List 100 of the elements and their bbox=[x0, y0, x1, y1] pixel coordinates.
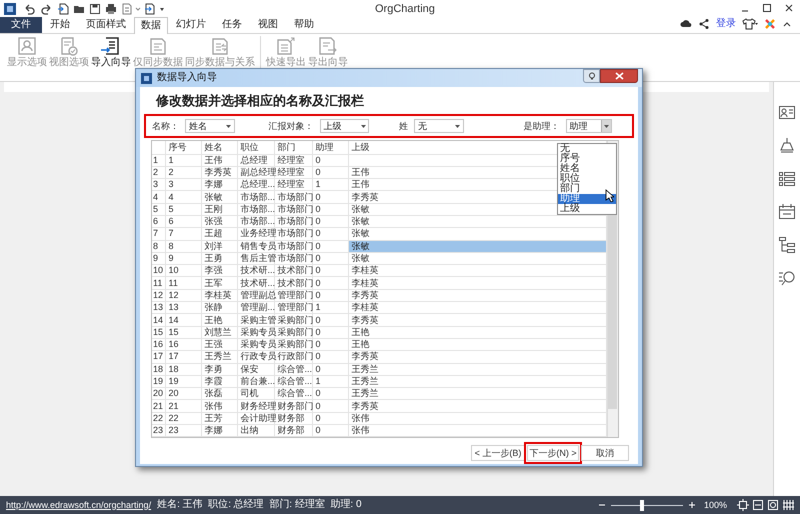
wizard-button[interactable]: 取消 bbox=[581, 445, 629, 461]
column-header[interactable]: 助理 bbox=[312, 141, 348, 154]
table-cell: 王秀兰 bbox=[201, 350, 237, 364]
table-cell: 王艳 bbox=[348, 338, 606, 351]
fit-page-icon[interactable] bbox=[737, 499, 749, 511]
table-cell: 0 bbox=[312, 264, 348, 277]
row-number: 21 bbox=[152, 400, 165, 412]
redo-icon[interactable] bbox=[41, 3, 53, 15]
table-cell: 张敏 bbox=[348, 228, 606, 240]
ribbon-tab[interactable]: 帮助 bbox=[286, 17, 322, 33]
fit-width-icon[interactable] bbox=[752, 499, 764, 511]
paint-bucket-icon[interactable] bbox=[778, 137, 796, 155]
table-cell: 售后主管 bbox=[237, 252, 274, 265]
print-icon[interactable] bbox=[105, 3, 117, 15]
ribbon-tab[interactable]: 开始 bbox=[42, 17, 78, 33]
close-icon[interactable] bbox=[784, 3, 794, 13]
file-menu-button[interactable]: 文件 bbox=[0, 17, 42, 33]
table-cell: 张磊 bbox=[201, 388, 237, 400]
row-number: 15 bbox=[152, 326, 165, 338]
list-icon[interactable] bbox=[778, 170, 796, 188]
website-link[interactable]: http://www.edrawsoft.cn/orgcharting/ bbox=[6, 500, 152, 510]
zoom-slider[interactable] bbox=[610, 500, 684, 510]
dropdown-option[interactable]: 序号 bbox=[558, 154, 616, 164]
table-cell: 2 bbox=[165, 166, 201, 179]
dialog-logo-icon bbox=[141, 72, 152, 84]
table-cell: 0 bbox=[312, 326, 348, 338]
column-header[interactable]: 职位 bbox=[237, 141, 274, 154]
search-list-icon[interactable] bbox=[778, 269, 796, 287]
folder-icon[interactable] bbox=[73, 3, 85, 15]
column-header[interactable]: 部门 bbox=[274, 141, 312, 154]
row-number: 4 bbox=[152, 190, 165, 204]
close-icon bbox=[614, 72, 624, 80]
select-field[interactable]: 上级 bbox=[320, 119, 369, 133]
hierarchy-icon[interactable] bbox=[778, 236, 796, 254]
table-cell: 18 bbox=[165, 363, 201, 376]
table-cell: 李秀英 bbox=[201, 166, 237, 179]
share-icon[interactable] bbox=[698, 18, 710, 30]
ribbon-tab[interactable]: 视图 bbox=[250, 17, 286, 33]
table-cell: 12 bbox=[165, 289, 201, 302]
column-header[interactable]: 姓名 bbox=[201, 141, 237, 154]
export-icon[interactable] bbox=[121, 3, 133, 15]
field-label: 姓 bbox=[399, 120, 408, 132]
help-button[interactable] bbox=[583, 69, 600, 83]
calendar-icon[interactable] bbox=[778, 203, 796, 221]
undo-icon[interactable] bbox=[23, 3, 35, 15]
table-cell: 出纳 bbox=[237, 424, 274, 437]
row-number: 5 bbox=[152, 203, 165, 216]
table-cell: 14 bbox=[165, 314, 201, 326]
table-cell: 0 bbox=[312, 166, 348, 179]
table-cell: 王秀兰 bbox=[348, 388, 606, 400]
contact-card-icon[interactable] bbox=[778, 104, 796, 122]
grid-icon[interactable] bbox=[782, 499, 794, 511]
save-icon[interactable] bbox=[89, 3, 101, 15]
app-logo-icon[interactable] bbox=[4, 3, 16, 15]
table-cell: 11 bbox=[165, 276, 201, 290]
row-number: 6 bbox=[152, 215, 165, 228]
table-cell: 王军 bbox=[201, 276, 237, 290]
ribbon-tab[interactable]: 数据 bbox=[134, 17, 168, 34]
table-cell: 23 bbox=[165, 424, 201, 437]
shirt-icon[interactable] bbox=[742, 18, 758, 30]
row-number: 14 bbox=[152, 314, 165, 326]
colorful-logo-icon[interactable] bbox=[764, 18, 776, 30]
wizard-button[interactable]: 下一步(N) > bbox=[527, 445, 579, 461]
maximize-icon[interactable] bbox=[762, 3, 772, 13]
column-header[interactable]: 序号 bbox=[165, 141, 201, 154]
row-number: 23 bbox=[152, 424, 165, 437]
table-cell: 采购专员 bbox=[237, 326, 274, 338]
row-number: 16 bbox=[152, 338, 165, 351]
ribbon-tab[interactable]: 幻灯片 bbox=[168, 17, 214, 33]
select-field[interactable]: 助理 bbox=[566, 119, 612, 133]
table-cell: 13 bbox=[165, 302, 201, 314]
table-cell: 技术部门 bbox=[274, 264, 312, 277]
slider-thumb[interactable] bbox=[640, 500, 644, 510]
cloud-icon[interactable] bbox=[680, 18, 692, 30]
wizard-button[interactable]: < 上一步(B) bbox=[471, 445, 525, 461]
close-button[interactable] bbox=[600, 69, 638, 83]
table-cell: 采购主管 bbox=[237, 314, 274, 326]
login-link[interactable]: 登录 bbox=[716, 18, 736, 30]
ribbon-tab[interactable]: 页面样式 bbox=[78, 17, 134, 33]
ribbon-tab[interactable]: 任务 bbox=[214, 17, 250, 33]
select-field[interactable]: 姓名 bbox=[185, 119, 234, 133]
table-cell: 17 bbox=[165, 350, 201, 364]
table-cell: 0 bbox=[312, 215, 348, 228]
table-cell: 市场部门 bbox=[274, 215, 312, 228]
table-cell: 0 bbox=[312, 363, 348, 376]
ribbon-button[interactable]: 导入向导 bbox=[90, 36, 132, 68]
table-cell: 刘洋 bbox=[201, 240, 237, 252]
select-field[interactable]: 无 bbox=[414, 119, 464, 133]
caret-icon bbox=[226, 124, 231, 128]
new-file-icon[interactable] bbox=[57, 3, 69, 15]
table-cell: 9 bbox=[165, 252, 201, 265]
table-cell: 15 bbox=[165, 326, 201, 338]
row-number: 22 bbox=[152, 412, 165, 425]
import-icon[interactable] bbox=[144, 3, 156, 15]
row-number: 9 bbox=[152, 252, 165, 265]
zoom-in-icon[interactable] bbox=[688, 501, 696, 509]
table-cell: 总经理 bbox=[237, 154, 274, 166]
table-cell: 0 bbox=[312, 252, 348, 265]
zoom-icon[interactable] bbox=[767, 499, 779, 511]
table-cell: 李娜 bbox=[201, 424, 237, 437]
